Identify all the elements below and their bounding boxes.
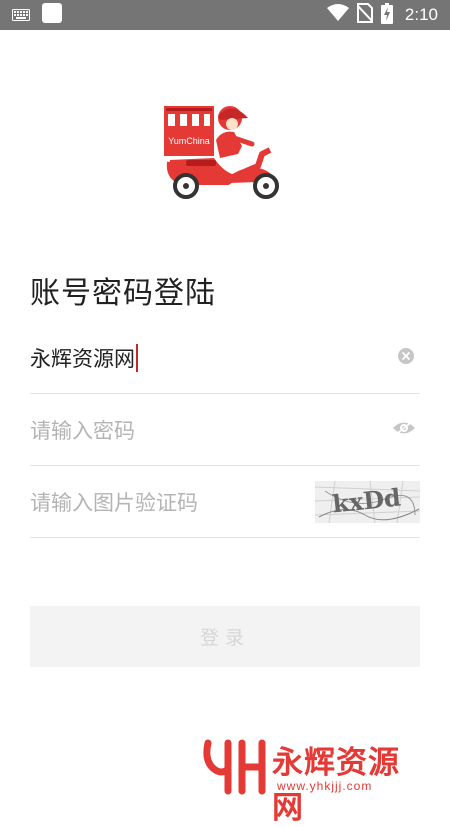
delivery-scooter-logo: YumChina [164,106,279,199]
status-bar: 2:10 [0,0,450,30]
watermark-url: www.yhkjjj.com [277,779,373,793]
watermark: 永辉资源网 www.yhkjjj.com [200,737,430,826]
notification-square-icon [42,3,62,27]
username-field[interactable]: 永辉资源网 [30,322,420,394]
wifi-icon [326,4,349,26]
clock: 2:10 [404,5,438,24]
captcha-image[interactable]: kxDd [314,480,421,523]
yh-logo-icon [203,739,266,795]
no-sim-icon [356,3,374,27]
eye-icon[interactable] [392,419,416,440]
captcha-placeholder: 请输入图片验证码 [30,490,198,515]
page-title: 账号密码登陆 [30,276,216,311]
password-field[interactable]: 请输入密码 [30,394,420,466]
clear-icon[interactable] [398,347,414,368]
app-logo: YumChina [158,96,290,208]
battery-charging-icon [380,2,393,28]
login-button[interactable]: 登录 [30,606,420,667]
logo-brand-text: YumChina [168,136,210,146]
keyboard-icon [12,6,30,25]
username-value: 永辉资源网 [30,346,135,371]
captcha-field[interactable]: 请输入图片验证码 kxDd [30,466,421,538]
text-cursor [136,343,138,372]
password-placeholder: 请输入密码 [30,418,135,443]
